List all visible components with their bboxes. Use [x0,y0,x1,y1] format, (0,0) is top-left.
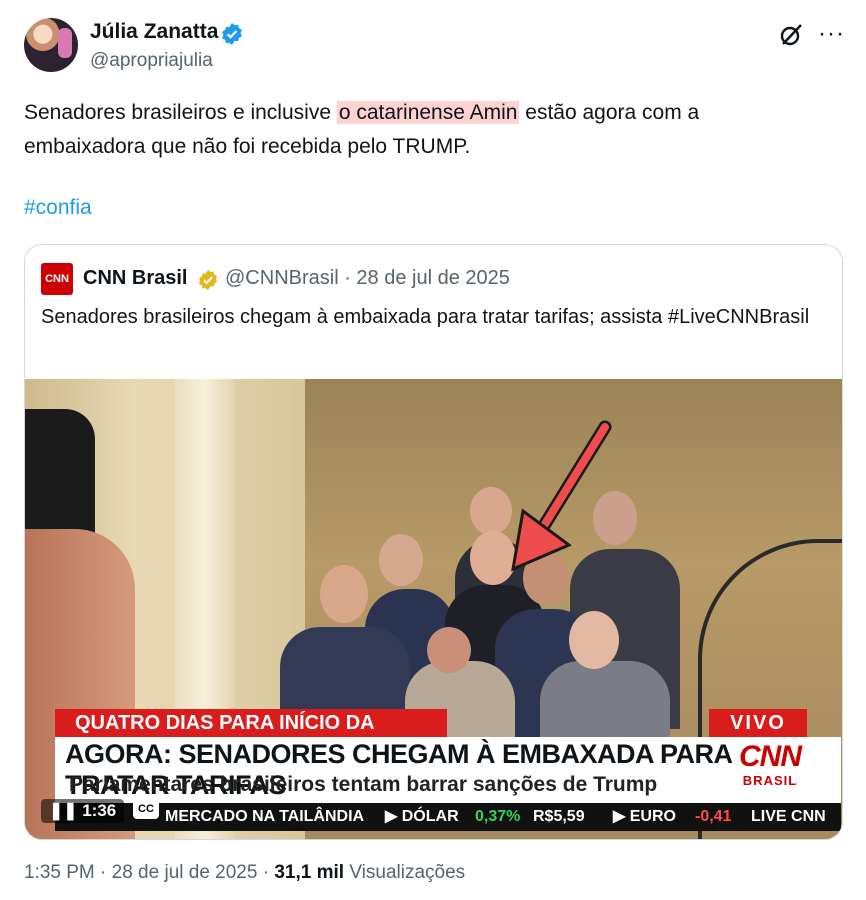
scene-person-head [569,611,619,669]
scene-person-head [427,627,471,673]
tweet-text-start: Senadores brasileiros e inclusive [24,101,337,124]
ticker-live: LIVE CNN [751,808,826,825]
more-icon[interactable]: ··· [818,20,845,48]
video-time: 1:36 [82,801,117,820]
cnn-brasil-logo: CNN BRASIL [727,740,813,789]
hashtag-link[interactable]: #confia [24,196,92,220]
live-badge: VIVO [709,709,807,737]
arrow-annotation-icon [511,420,612,572]
tweet-footer: 1:35 PM · 28 de jul de 2025 · 31,1 mil V… [24,862,465,884]
cnn-avatar[interactable]: CNN [41,263,73,295]
gold-badge-icon [198,269,218,291]
quoted-tweet[interactable]: CNN CNN Brasil @CNNBrasil · 28 de jul de… [24,244,843,840]
ticker-euro-label: ▶ EURO [613,808,676,825]
banner-subheadline: Parlamentares brasileiros tentam barrar … [69,773,658,796]
news-banner: AGORA: SENADORES CHEGAM À EMBAXADA PARA … [55,737,841,803]
ticker-dolar-label: ▶ DÓLAR [385,808,459,825]
banner-top: QUATRO DIAS PARA INÍCIO DA TAXAÇÃO [55,709,447,762]
ticker-euro-change: -0,41 [695,808,732,825]
author-avatar[interactable] [24,18,78,72]
scene-person-head [320,565,368,623]
tweet-time-date[interactable]: 1:35 PM · 28 de jul de 2025 · [24,862,274,883]
pause-icon[interactable]: ❚❚ [49,801,82,820]
brasil-logo-text: BRASIL [742,773,798,788]
author-name[interactable]: Júlia Zanatta [90,20,218,44]
market-ticker: MERCADO NA TAILÂNDIA ▶ DÓLAR 0,37% R$5,5… [55,803,841,831]
tweet-text: Senadores brasileiros e inclusive o cata… [24,96,824,164]
views-count: 31,1 mil [274,862,345,883]
ticker-dolar-value: R$5,59 [533,808,585,825]
tweet-text-highlight: o catarinense Amin [336,101,520,124]
verified-badge-icon [222,23,242,45]
quote-text: Senadores brasileiros chegam à embaixada… [41,306,810,328]
video-playback-control[interactable]: ❚❚ 1:36 [41,799,125,823]
grok-icon[interactable] [778,22,804,48]
author-handle[interactable]: @apropriajulia [90,50,213,72]
ticker-market: MERCADO NA TAILÂNDIA [165,808,365,825]
cnn-logo-text: CNN [739,740,802,773]
cc-icon[interactable]: CC [133,799,159,819]
views-label: Visualizações [344,862,466,883]
ticker-dolar-change: 0,37% [475,808,521,825]
quote-handle-date[interactable]: @CNNBrasil · 28 de jul de 2025 [225,267,510,290]
scene-person-head [379,534,423,586]
video-player[interactable]: QUATRO DIAS PARA INÍCIO DA TAXAÇÃO VIVO … [25,379,842,839]
quote-author-name[interactable]: CNN Brasil [83,267,187,290]
